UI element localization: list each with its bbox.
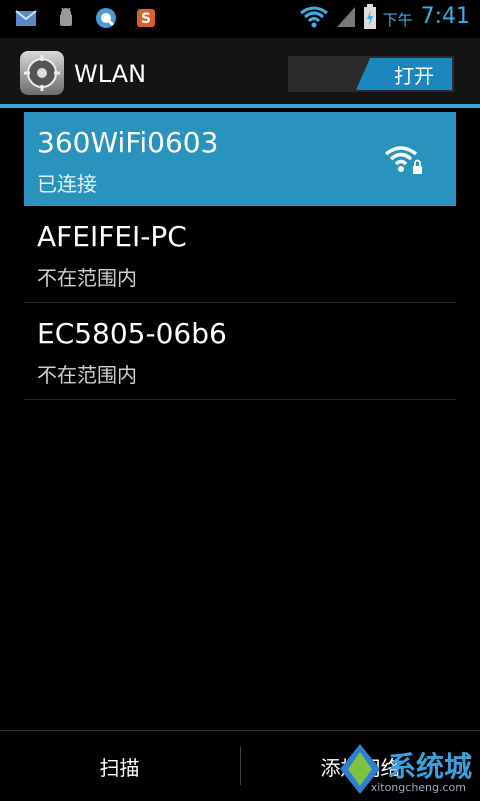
wifi-icon: [299, 6, 328, 27]
page-title: WLAN: [74, 60, 147, 88]
toggle-label: 打开: [394, 64, 434, 88]
network-status: 已连接: [37, 172, 97, 196]
watermark-url: xitongcheng.com: [370, 781, 466, 794]
clock-ampm: 下午: [382, 11, 413, 29]
action-bar: WLAN 打开: [0, 38, 480, 104]
android-debug-icon: [60, 7, 72, 26]
network-ssid: AFEIFEI-PC: [37, 220, 187, 253]
q-app-icon: [96, 8, 116, 28]
scan-button[interactable]: 扫描: [0, 731, 239, 801]
title-divider: [0, 104, 480, 108]
status-bar: S 下午 7:41: [0, 0, 480, 38]
settings-gear-icon[interactable]: [20, 51, 64, 95]
network-list: 360WiFi0603 已连接 AFEIFEI-PC 不在范围内 EC5805-…: [24, 112, 456, 400]
signal-icon: [336, 6, 355, 27]
network-item-360wifi0603[interactable]: 360WiFi0603 已连接: [24, 112, 456, 206]
system-icons: 下午 7:41: [299, 3, 470, 30]
network-ssid: EC5805-06b6: [37, 317, 227, 350]
svg-text:S: S: [141, 11, 151, 27]
mail-icon: [15, 10, 37, 26]
clock-time: 7:41: [420, 4, 470, 29]
network-status: 不在范围内: [37, 266, 137, 290]
s-app-icon: S: [137, 9, 155, 27]
network-item-ec5805-06b6[interactable]: EC5805-06b6 不在范围内: [24, 303, 456, 400]
network-ssid: 360WiFi0603: [37, 126, 219, 159]
battery-charging-icon: [363, 3, 376, 29]
watermark-text: 系统城: [387, 750, 472, 783]
wifi-lock-icon: [384, 146, 422, 174]
notification-icons: S: [14, 6, 158, 30]
network-status: 不在范围内: [37, 363, 137, 387]
network-item-afeifei-pc[interactable]: AFEIFEI-PC 不在范围内: [24, 206, 456, 303]
wlan-toggle[interactable]: 打开: [288, 56, 454, 92]
